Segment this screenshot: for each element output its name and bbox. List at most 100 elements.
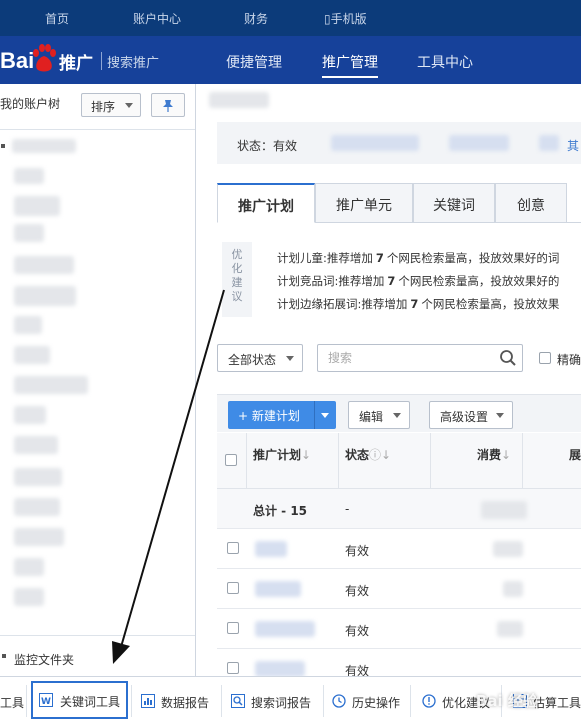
optimize-line-text: 计划边缘拓展词:推荐增加 [277, 297, 408, 311]
edit-button[interactable]: 编辑 [348, 401, 410, 429]
tree-item-blurred[interactable] [14, 468, 62, 486]
campaign-name-blurred[interactable] [255, 621, 315, 637]
tree-item-blurred[interactable] [14, 256, 74, 274]
column-header-status[interactable]: 状态ⓘ↓ [339, 433, 431, 489]
campaign-name-blurred[interactable] [255, 541, 287, 557]
chevron-down-icon[interactable] [321, 413, 329, 418]
baidu-logo-text: Bai [0, 48, 35, 73]
exact-match-checkbox[interactable] [539, 352, 551, 364]
info-icon [422, 694, 436, 708]
tool-label: 搜索词报告 [251, 696, 312, 710]
tree-item-blurred[interactable] [14, 346, 50, 364]
main-header: Bai 推广 搜索推广 便捷管理 推广管理 工具中心 [0, 36, 581, 84]
tree-item-blurred[interactable] [14, 316, 42, 334]
tool-partial[interactable]: 工具 [0, 685, 24, 717]
help-icon[interactable]: ⓘ [369, 448, 381, 462]
keyword-tool-button[interactable]: W 关键词工具 [31, 681, 128, 719]
chevron-down-icon [286, 356, 294, 361]
status-info-blurred [331, 135, 419, 151]
tab-creative[interactable]: 创意 [495, 183, 567, 223]
table-total-row: 总计 - 15 - [217, 489, 581, 529]
top-nav-mobile[interactable]: ▯手机版 [324, 10, 367, 27]
tuiguang-logo-text: 推广 [59, 54, 93, 74]
optimize-tag-label: 优化建议 [231, 248, 243, 303]
tool-divider [221, 685, 222, 717]
row-checkbox[interactable] [227, 622, 239, 634]
nav-tool-center[interactable]: 工具中心 [417, 52, 473, 72]
tree-item-blurred[interactable] [14, 224, 44, 242]
status-other-link[interactable]: 其 [567, 137, 579, 154]
tree-item-blurred[interactable] [14, 498, 60, 516]
total-cost-blurred [481, 501, 527, 519]
folder-marker-icon [2, 654, 6, 658]
word-document-icon: W [39, 693, 53, 707]
advanced-settings-button[interactable]: 高级设置 [429, 401, 513, 429]
column-header-label: 展 [569, 448, 581, 462]
column-header-impressions[interactable]: 展 [523, 433, 581, 489]
table-row: 有效 [217, 609, 581, 649]
tree-item-blurred[interactable] [14, 286, 76, 306]
optimize-line-text: 个网民检索量高，投放效果 [421, 297, 560, 311]
tree-item-blurred[interactable] [14, 528, 64, 546]
tab-campaign[interactable]: 推广计划 [217, 183, 315, 223]
tree-item-blurred[interactable] [14, 196, 60, 216]
row-checkbox[interactable] [227, 662, 239, 674]
header-select-cell [217, 433, 247, 489]
pin-button[interactable] [151, 93, 185, 117]
search-term-report-button[interactable]: 搜索词报告 [231, 685, 321, 717]
tree-item-blurred[interactable] [14, 168, 44, 184]
optimize-line[interactable]: 计划边缘拓展词:推荐增加 7 个网民检索量高，投放效果 [277, 296, 559, 312]
nav-promotion-manage[interactable]: 推广管理 [322, 52, 378, 78]
top-nav-finance[interactable]: 财务 [244, 10, 268, 27]
tree-item-blurred[interactable] [14, 406, 46, 424]
status-info-blurred [539, 135, 559, 151]
row-cost-blurred [493, 541, 523, 557]
search-input[interactable] [317, 344, 523, 372]
sort-button[interactable]: 排序 [81, 93, 141, 117]
tree-item-blurred[interactable] [14, 588, 44, 606]
select-all-checkbox[interactable] [225, 454, 237, 466]
optimize-tag: 优化建议 [222, 242, 252, 317]
column-header-cost[interactable]: 消费↓ [431, 433, 523, 489]
main-tabs: 推广计划 推广单元 关键词 创意 [217, 183, 581, 223]
status-bar: 状态：有效 其 [217, 122, 581, 164]
data-report-button[interactable]: 数据报告 [141, 685, 217, 717]
tree-item-blurred[interactable] [14, 558, 44, 576]
tab-keyword[interactable]: 关键词 [413, 183, 495, 223]
optimize-line[interactable]: 计划竞品词:推荐增加 7 个网民检索量高，投放效果好的 [277, 273, 559, 289]
new-plan-button[interactable]: + 新建计划 [228, 401, 336, 429]
logo-divider [101, 52, 102, 70]
history-button[interactable]: 历史操作 [332, 685, 404, 717]
tab-adgroup[interactable]: 推广单元 [315, 183, 413, 223]
column-header-campaign[interactable]: 推广计划↓ [247, 433, 339, 489]
table-row: 有效 [217, 569, 581, 609]
sort-arrow-icon: ↓ [501, 448, 512, 462]
campaign-name-blurred[interactable] [255, 581, 301, 597]
account-tree-sidebar: 我的账户树 排序 监控文件夹 [0, 84, 196, 676]
breadcrumb-blurred [209, 92, 269, 108]
monitor-folder-label: 监控文件夹 [14, 653, 75, 667]
campaign-name-blurred[interactable] [255, 661, 305, 677]
bar-chart-icon [141, 694, 155, 708]
row-checkbox[interactable] [227, 542, 239, 554]
optimize-line[interactable]: 计划儿童:推荐增加 7 个网民检索量高，投放效果好的词 [277, 250, 559, 266]
tree-item-blurred[interactable] [12, 139, 76, 153]
monitor-folder[interactable]: 监控文件夹 [0, 635, 195, 676]
optimize-line-text: 计划儿童:推荐增加 [277, 251, 373, 265]
tree-item-blurred[interactable] [14, 436, 58, 454]
optimize-line-text: 个网民检索量高，投放效果好的 [398, 274, 560, 288]
top-nav-home[interactable]: 首页 [45, 10, 69, 27]
tool-label: 数据报告 [161, 696, 210, 710]
status-filter-select[interactable]: 全部状态 [217, 344, 303, 372]
search-icon[interactable] [499, 349, 517, 367]
tree-item-blurred[interactable] [14, 376, 88, 394]
optimize-line-count: 7 [410, 297, 419, 311]
top-nav-account-center[interactable]: 账户中心 [133, 10, 181, 27]
top-nav-bar: 首页 账户中心 财务 ▯手机版 [0, 0, 581, 36]
nav-quick-manage[interactable]: 便捷管理 [226, 52, 282, 72]
row-checkbox[interactable] [227, 582, 239, 594]
search-promotion-label: 搜索推广 [107, 56, 160, 71]
advanced-settings-label: 高级设置 [440, 410, 489, 424]
clock-icon [332, 694, 346, 708]
sort-arrow-icon: ↓ [301, 448, 312, 462]
